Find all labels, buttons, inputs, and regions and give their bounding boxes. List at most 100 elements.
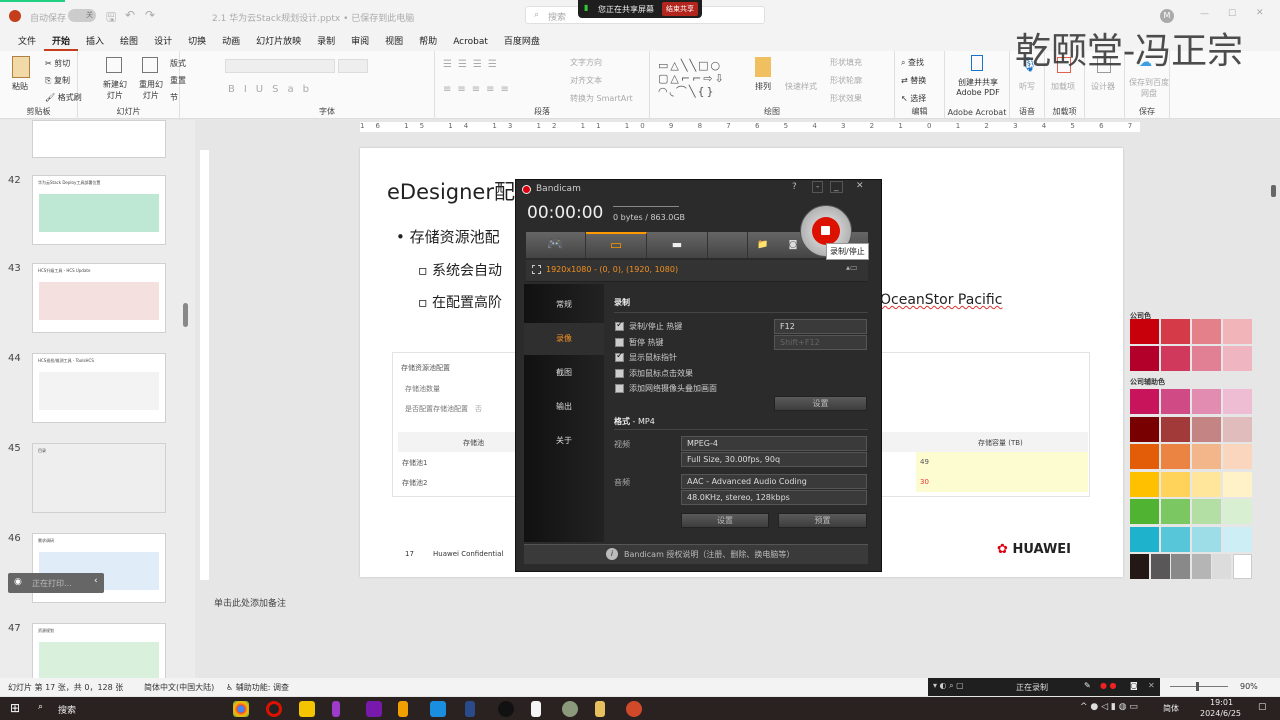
avatar[interactable]: M bbox=[1160, 9, 1174, 23]
record-indicator-icon[interactable]: ● ● bbox=[1100, 681, 1117, 690]
paste-button[interactable]: 粘贴 bbox=[12, 81, 28, 92]
redo-icon[interactable]: ↷ bbox=[145, 8, 155, 22]
slide-thumbnail[interactable]: HCS升级工具 - HCS Update bbox=[32, 263, 166, 333]
slide-title[interactable]: eDesigner配 bbox=[387, 176, 515, 206]
smartart-button[interactable]: 转换为 SmartArt bbox=[570, 93, 633, 104]
zoom-slider-thumb[interactable] bbox=[1196, 682, 1199, 691]
presets-button[interactable]: 预置 bbox=[778, 513, 867, 528]
close-button[interactable]: ✕ bbox=[1256, 8, 1264, 18]
help-button[interactable]: ? bbox=[792, 182, 797, 192]
notes-pane[interactable]: 单击此处添加备注 bbox=[214, 596, 286, 609]
close-button[interactable]: ✕ bbox=[856, 181, 864, 191]
section-button[interactable]: 节 bbox=[170, 92, 178, 103]
layout-button[interactable]: 版式 bbox=[170, 58, 186, 69]
clock-date[interactable]: 2024/6/25 bbox=[1200, 709, 1241, 718]
reuse-slides-button[interactable]: 重用幻灯片 bbox=[136, 79, 166, 101]
toolbar-icons[interactable]: ▾ ◐ ⌕ ▢ bbox=[933, 681, 964, 691]
align-buttons[interactable]: ≡≡≡≡≡ bbox=[443, 84, 515, 95]
end-share-button[interactable]: 结束共享 bbox=[662, 2, 698, 16]
sticky-notes-icon[interactable] bbox=[299, 701, 315, 717]
undo-icon[interactable]: ↶ bbox=[125, 8, 135, 22]
ime-indicator[interactable]: 简体 bbox=[1163, 703, 1179, 714]
close-toolbar-icon[interactable]: ✕ bbox=[1148, 681, 1155, 690]
nav-video[interactable]: 录像 bbox=[524, 323, 604, 355]
nav-about[interactable]: 关于 bbox=[524, 425, 604, 457]
qq-icon[interactable] bbox=[498, 701, 514, 717]
slide-thumbnail[interactable]: 华为云Stack Deploy工具部署位置 bbox=[32, 175, 166, 245]
dictate-button[interactable]: 听写 bbox=[1019, 81, 1035, 92]
slide-thumbnail[interactable]: 目录 bbox=[32, 443, 166, 513]
tab-draw[interactable]: 绘图 bbox=[112, 33, 146, 51]
format-painter-button[interactable]: 🖌 格式刷 bbox=[45, 92, 82, 103]
zoom-slider[interactable] bbox=[1170, 686, 1228, 687]
option-checkbox[interactable] bbox=[615, 320, 624, 331]
addins-button[interactable]: 加载项 bbox=[1051, 81, 1075, 92]
option-checkbox[interactable] bbox=[615, 337, 624, 347]
slide-thumbnail[interactable]: HCS巡检/维测工具 - ToolsHCS bbox=[32, 353, 166, 423]
windows-start-icon[interactable]: ⊞ bbox=[10, 701, 20, 715]
nav-output[interactable]: 输出 bbox=[524, 391, 604, 423]
format-settings-button[interactable]: 设置 bbox=[681, 513, 769, 528]
pool-capacity[interactable]: 49 bbox=[920, 458, 929, 466]
tab-transitions[interactable]: 切换 bbox=[180, 33, 214, 51]
shape-fill-button[interactable]: 形状填充 bbox=[830, 57, 862, 68]
taskbar-search[interactable]: 搜索 bbox=[58, 703, 76, 716]
option-checkbox[interactable] bbox=[615, 384, 624, 393]
save-icon[interactable]: 🖫 bbox=[106, 8, 116, 29]
list-buttons[interactable]: ☰☰☰☰ bbox=[443, 59, 503, 70]
license-bar[interactable]: i Bandicam 授权说明（注册、删除、换电脑等） bbox=[524, 544, 868, 564]
tab-help[interactable]: 帮助 bbox=[411, 33, 445, 51]
onenote-icon[interactable] bbox=[366, 701, 382, 717]
settings-button[interactable]: 设置 bbox=[774, 396, 867, 411]
notification-icon[interactable]: ▢ bbox=[1258, 702, 1267, 712]
create-pdf-button[interactable]: 创建并共享 Adobe PDF bbox=[949, 77, 1007, 97]
app-icon[interactable] bbox=[465, 701, 475, 717]
option-checkbox[interactable] bbox=[615, 351, 624, 362]
hdmi-mode-tab[interactable]: ▬ bbox=[647, 232, 708, 258]
sub-bullet-1[interactable]: ▫ 系统会自动 bbox=[418, 260, 502, 280]
nav-screenshot[interactable]: 截图 bbox=[524, 357, 604, 389]
tab-record[interactable]: 录制 bbox=[309, 33, 343, 51]
align-text-button[interactable]: 对齐文本 bbox=[570, 75, 602, 86]
clock-time[interactable]: 19:01 bbox=[1210, 698, 1233, 707]
expand-icon[interactable]: ▴▭ bbox=[846, 263, 858, 272]
select-button[interactable]: ↖ 选择 bbox=[901, 93, 926, 104]
video-detail-field[interactable]: Full Size, 30.00fps, 90q bbox=[681, 452, 867, 467]
camera-icon[interactable]: ◙ bbox=[1130, 681, 1138, 690]
minimize-button[interactable]: _ bbox=[830, 181, 843, 193]
zoom-level[interactable]: 90% bbox=[1240, 682, 1258, 691]
app-icon[interactable] bbox=[562, 701, 578, 717]
copy-button[interactable]: ⎘ 复制 bbox=[45, 75, 70, 86]
hotkey-pause-field[interactable]: Shift+F12 bbox=[774, 335, 867, 350]
font-name-select[interactable] bbox=[225, 59, 335, 73]
reset-button[interactable]: 重置 bbox=[170, 75, 186, 86]
open-folder-button[interactable]: 📁 bbox=[748, 232, 778, 258]
quick-styles-button[interactable]: 快速样式 bbox=[785, 81, 817, 92]
tab-home[interactable]: 开始 bbox=[44, 33, 79, 51]
text-direction-button[interactable]: 文字方向 bbox=[570, 57, 602, 68]
main-scrollbar[interactable] bbox=[1271, 185, 1276, 197]
tab-animations[interactable]: 动画 bbox=[214, 33, 248, 51]
screen-mode-tab[interactable]: ▭ bbox=[586, 232, 647, 258]
bandicam-taskbar-icon[interactable] bbox=[266, 701, 282, 717]
replace-button[interactable]: ⇄ 替换 bbox=[901, 75, 926, 86]
slide-thumbnail[interactable] bbox=[32, 120, 166, 158]
video-codec-field[interactable]: MPEG-4 bbox=[681, 436, 867, 451]
app-icon[interactable] bbox=[430, 701, 446, 717]
option-checkbox[interactable] bbox=[615, 368, 624, 378]
tab-insert[interactable]: 插入 bbox=[78, 33, 112, 51]
folder-icon[interactable] bbox=[595, 701, 605, 717]
sub-bullet-2[interactable]: ▫ 在配置高阶 bbox=[418, 292, 502, 312]
autosave-toggle[interactable]: 关 bbox=[68, 9, 96, 22]
find-button[interactable]: ⌕ 查找 bbox=[901, 57, 924, 68]
collapse-icon[interactable]: ‹ bbox=[94, 576, 98, 586]
tray-icons[interactable]: ^ ● ◁ ▮ ◍ ▭ bbox=[1080, 702, 1138, 712]
designer-button[interactable]: 设计器 bbox=[1091, 81, 1115, 92]
chrome-icon[interactable] bbox=[233, 701, 249, 717]
font-format-buttons[interactable]: BIUSab bbox=[228, 84, 318, 95]
region-bar[interactable]: 1920x1080 - (0, 0), (1920, 1080) ▴▭ bbox=[526, 260, 868, 282]
minimize-button[interactable]: — bbox=[1200, 9, 1209, 19]
maximize-button[interactable]: ☐ bbox=[1228, 9, 1236, 19]
tab-acrobat[interactable]: Acrobat bbox=[445, 33, 496, 51]
search-icon[interactable]: ⌕ bbox=[38, 702, 43, 712]
